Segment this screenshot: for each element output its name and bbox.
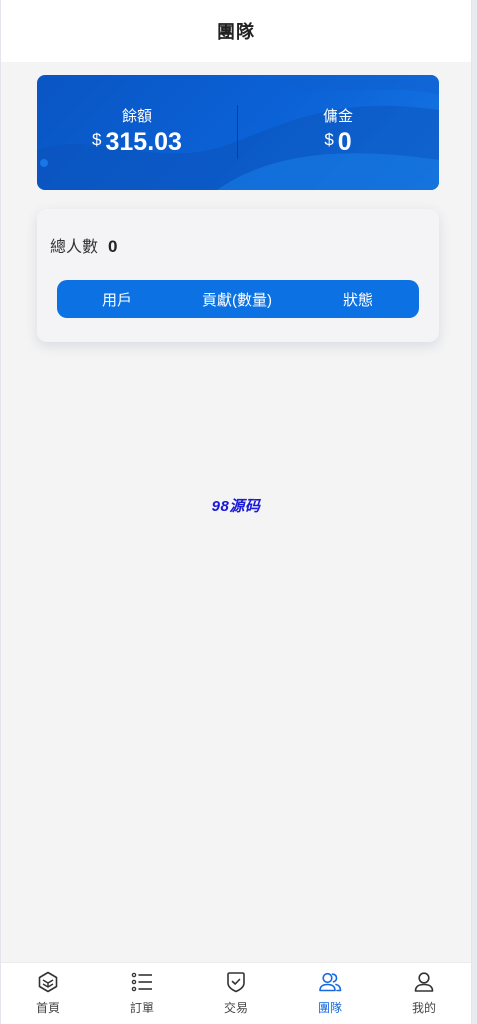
total-members-value: 0 xyxy=(108,237,118,256)
tab-home[interactable]: 首頁 xyxy=(1,963,95,1024)
home-cube-icon xyxy=(38,971,58,993)
tab-trade[interactable]: 交易 xyxy=(189,963,283,1024)
total-members-row: 總人數 0 xyxy=(50,233,117,257)
team-icon xyxy=(319,972,342,992)
column-header-status: 狀態 xyxy=(342,291,373,309)
page-title: 團隊 xyxy=(217,22,255,42)
commission-amount: 0 xyxy=(337,128,352,156)
column-header-user: 用戶 xyxy=(101,291,132,309)
balance-label: 餘額 xyxy=(121,108,152,125)
commission-label: 傭金 xyxy=(322,108,353,125)
tab-orders[interactable]: 訂單 xyxy=(95,963,189,1024)
commission-section: 傭金 $0 xyxy=(237,108,439,157)
list-icon xyxy=(131,972,152,992)
team-table-header: 用戶 貢獻(數量) 狀態 xyxy=(57,280,419,318)
total-members-label: 總人數 xyxy=(50,239,99,256)
tab-team[interactable]: 團隊 xyxy=(283,963,377,1024)
tab-label: 交易 xyxy=(223,1001,248,1015)
app-screen: 團隊 餘額 $315.03 傭金 $0 總人數 0 用戶 貢獻(數量) 狀態 9… xyxy=(0,0,472,1024)
tab-label: 首頁 xyxy=(35,1001,60,1015)
watermark-text: 98源码 xyxy=(211,498,261,515)
tab-profile[interactable]: 我的 xyxy=(377,963,471,1024)
tab-label: 訂單 xyxy=(129,1001,154,1015)
team-card: 總人數 0 用戶 貢獻(數量) 狀態 xyxy=(37,209,439,342)
bottom-tab-bar: 首頁 訂單 交易 團隊 我的 xyxy=(1,962,471,1024)
tab-label: 團隊 xyxy=(317,1001,342,1015)
page-header: 團隊 xyxy=(1,0,471,62)
balance-currency: $ xyxy=(92,130,102,149)
balance-card: 餘額 $315.03 傭金 $0 xyxy=(37,75,439,190)
balance-section: 餘額 $315.03 xyxy=(37,108,237,157)
column-header-contribution: 貢獻(數量) xyxy=(202,291,272,309)
balance-value: $315.03 xyxy=(37,128,237,157)
shield-check-icon xyxy=(227,972,245,993)
tab-label: 我的 xyxy=(411,1001,436,1015)
user-icon xyxy=(414,972,434,992)
commission-value: $0 xyxy=(237,128,439,157)
balance-amount: 315.03 xyxy=(105,128,182,156)
commission-currency: $ xyxy=(324,130,334,149)
